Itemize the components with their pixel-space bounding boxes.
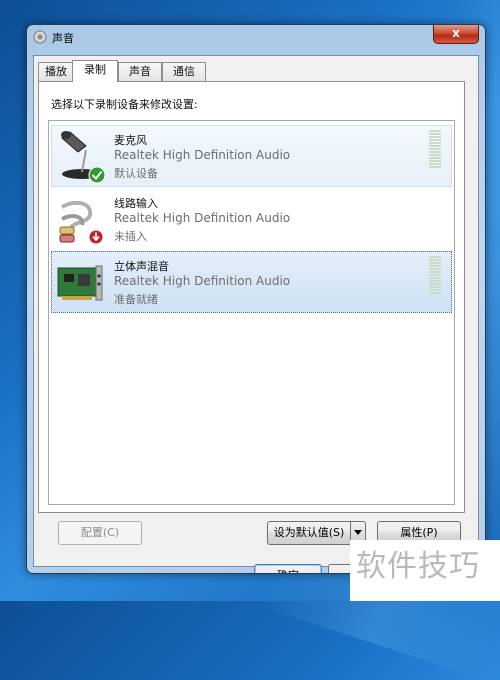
tab-playback[interactable]: 播放 [38, 62, 74, 81]
dialog-client-area: 播放 录制 声音 通信 选择以下录制设备来修改设置: 麦克风 Realtek H… [33, 55, 479, 573]
device-row-line-in[interactable]: 线路输入 Realtek High Definition Audio 未插入 [51, 188, 452, 250]
device-status: 未插入 [114, 230, 147, 243]
recording-device-list[interactable]: 麦克风 Realtek High Definition Audio 默认设备 线… [48, 120, 455, 505]
unplugged-arrow-icon [88, 229, 104, 245]
instruction-text: 选择以下录制设备来修改设置: [51, 98, 198, 111]
window-title: 声音 [52, 32, 74, 45]
close-button[interactable]: x [433, 25, 479, 44]
device-status: 默认设备 [114, 167, 158, 180]
tab-sounds[interactable]: 声音 [118, 62, 162, 81]
configure-button[interactable]: 配置(C) [58, 521, 142, 545]
level-meter [429, 256, 441, 296]
device-driver: Realtek High Definition Audio [114, 211, 291, 225]
device-name: 麦克风 [114, 134, 147, 147]
device-name: 立体声混音 [114, 260, 169, 273]
title-bar[interactable]: 声音 x [27, 25, 485, 49]
level-meter [429, 130, 441, 170]
device-status: 准备就绪 [114, 293, 158, 306]
device-row-stereo-mix[interactable]: 立体声混音 Realtek High Definition Audio 准备就绪 [51, 251, 452, 313]
sound-dialog: 声音 x 播放 录制 声音 通信 选择以下录制设备来修改设置: 麦克风 Real… [26, 24, 486, 574]
watermark-text: 软件技巧 [350, 540, 500, 601]
default-check-icon [88, 166, 106, 184]
device-name: 线路输入 [114, 197, 158, 210]
speaker-icon [33, 30, 47, 44]
tab-communications[interactable]: 通信 [162, 62, 206, 81]
device-row-microphone[interactable]: 麦克风 Realtek High Definition Audio 默认设备 [51, 125, 452, 187]
tab-recording[interactable]: 录制 [72, 60, 118, 82]
sound-card-icon [57, 265, 103, 301]
set-default-button[interactable]: 设为默认值(S) [267, 521, 351, 545]
device-driver: Realtek High Definition Audio [114, 274, 291, 288]
ok-button[interactable]: 确定 [254, 564, 322, 573]
device-driver: Realtek High Definition Audio [114, 148, 291, 162]
recording-tab-panel: 选择以下录制设备来修改设置: 麦克风 Realtek High Definiti… [38, 81, 465, 513]
